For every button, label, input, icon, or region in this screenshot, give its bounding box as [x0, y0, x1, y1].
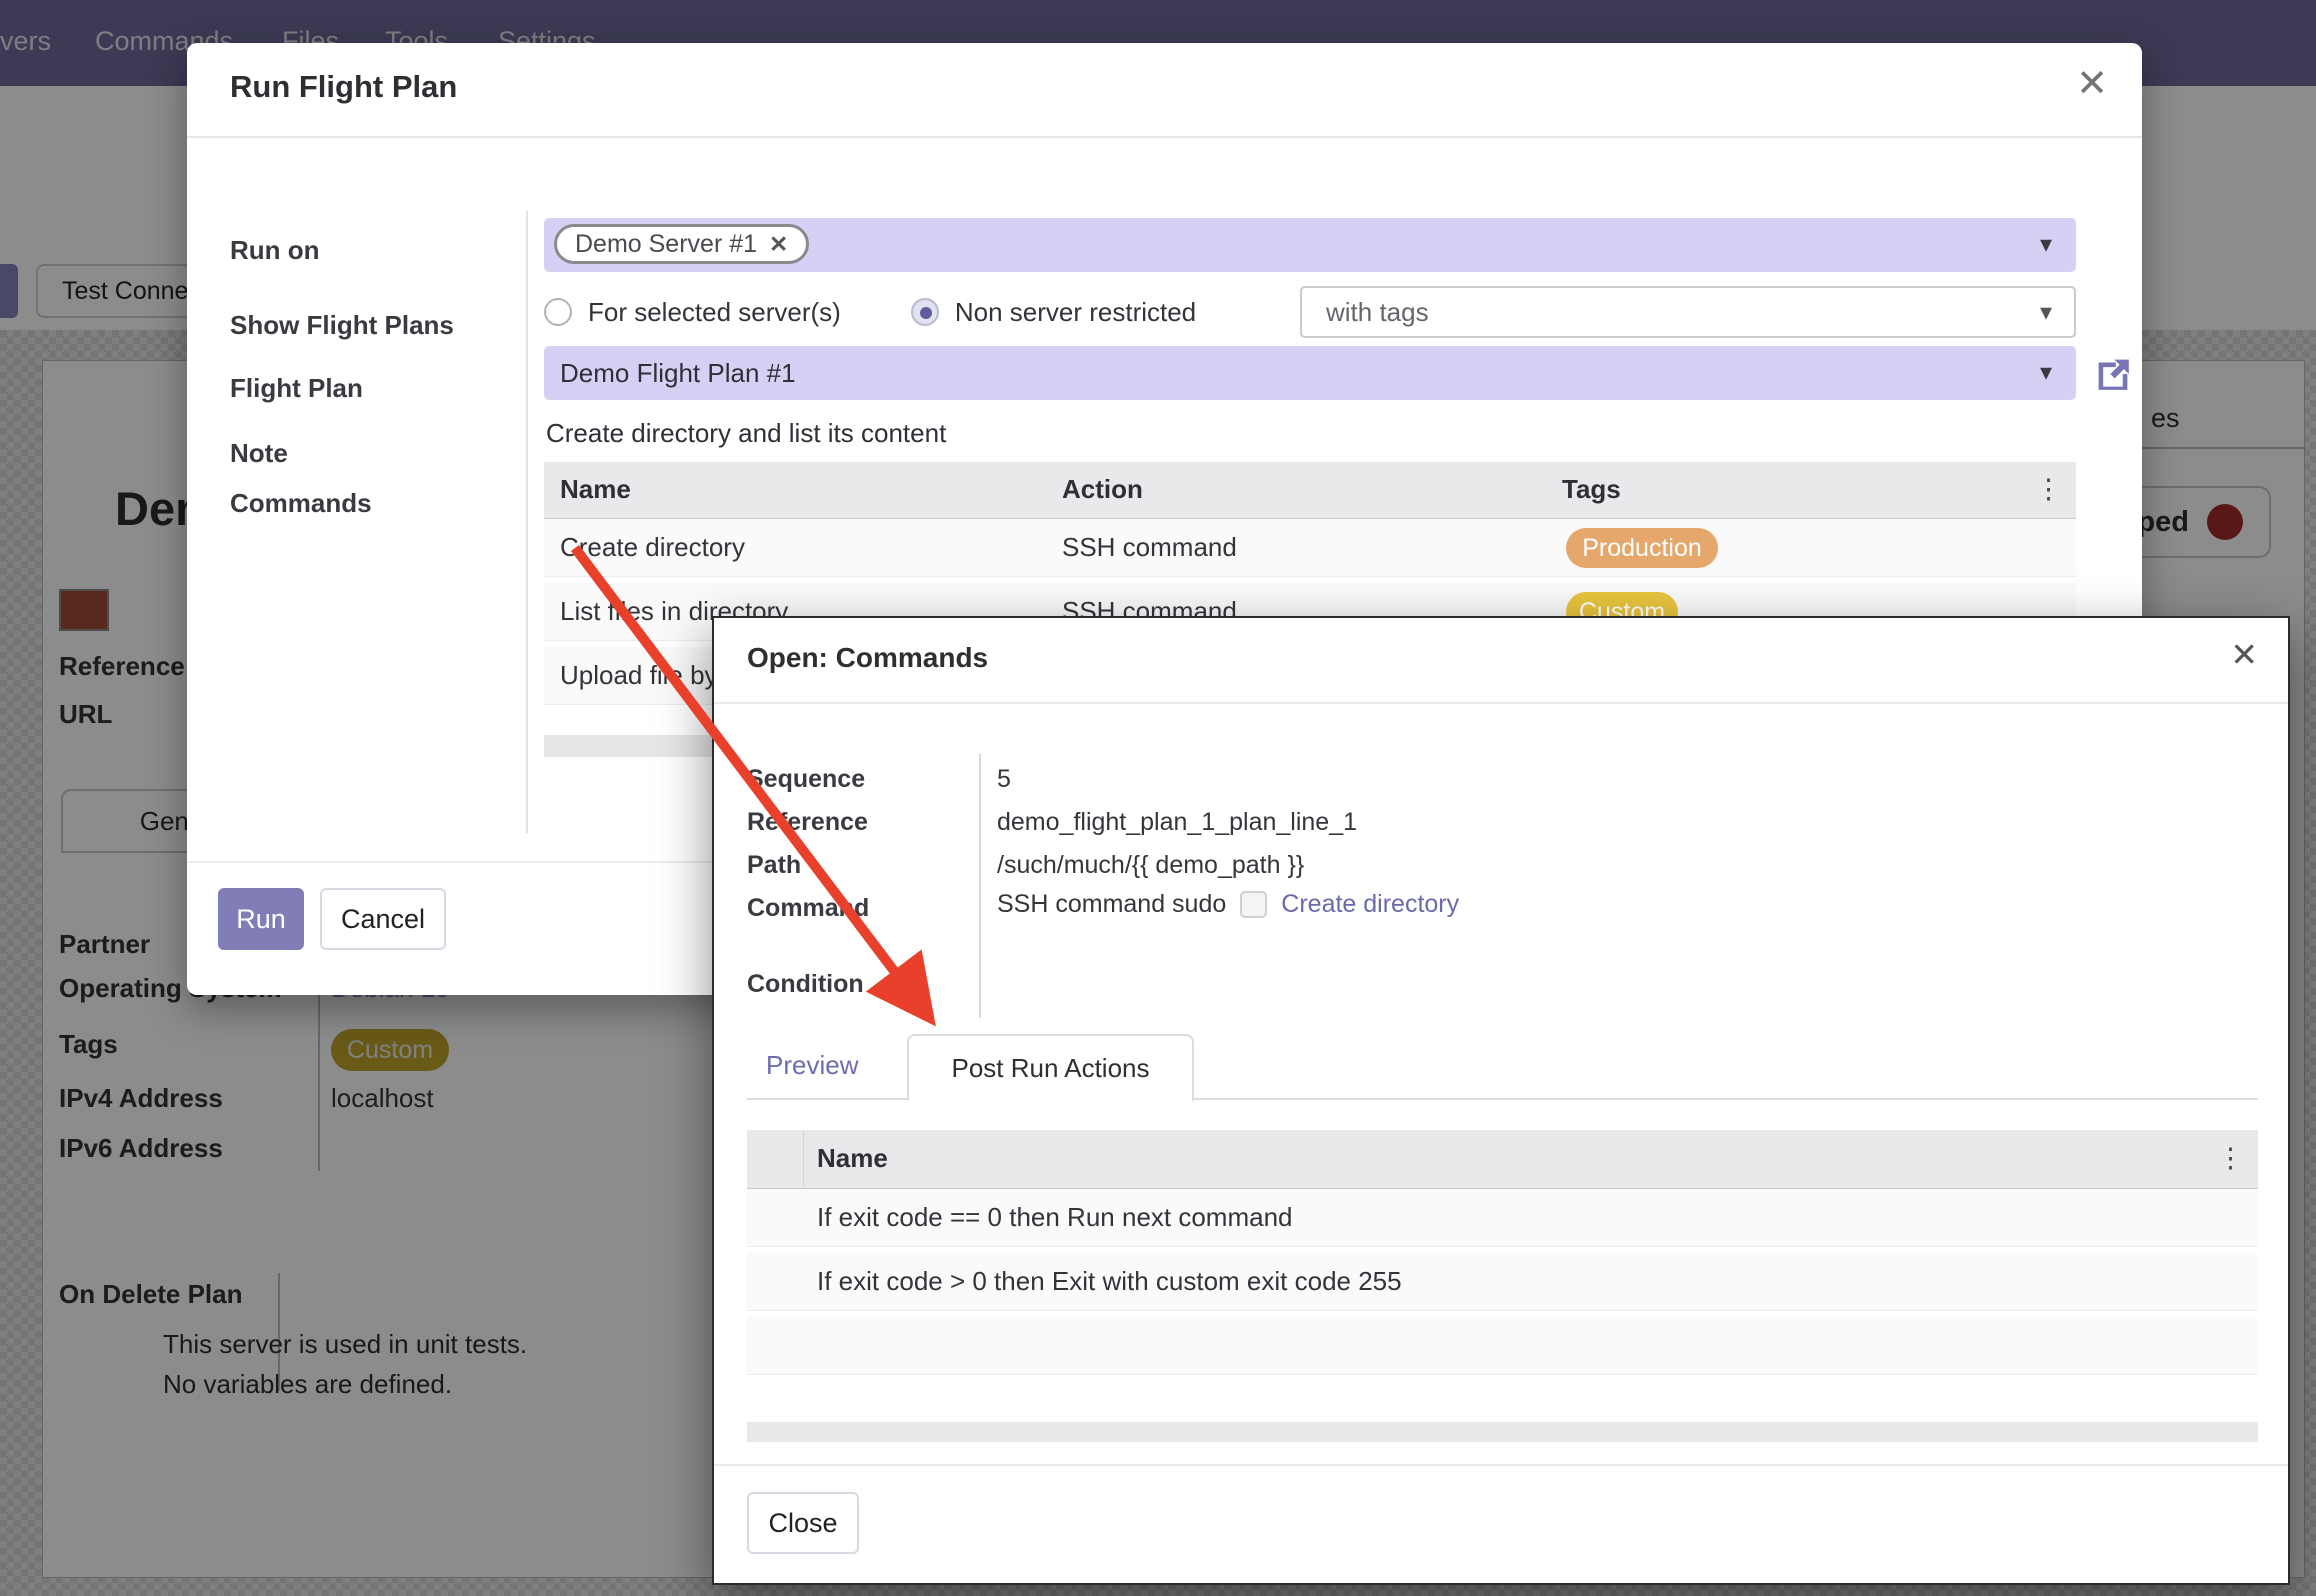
server-chip[interactable]: Demo Server #1 ✕	[554, 224, 809, 264]
flight-plan-label: Flight Plan	[230, 373, 363, 404]
table-row[interactable]: Create directory SSH command Production	[544, 519, 2076, 583]
chevron-down-icon: ▾	[2040, 358, 2052, 387]
radio-selected-servers[interactable]	[544, 298, 572, 326]
with-tags-value: with tags	[1326, 297, 1429, 328]
chip-remove-icon[interactable]: ✕	[769, 231, 788, 258]
radio-selected-servers-label[interactable]: For selected server(s)	[588, 297, 841, 328]
table-row[interactable]: If exit code > 0 then Exit with custom e…	[747, 1253, 2258, 1317]
close-icon[interactable]: ✕	[2076, 65, 2108, 103]
row-action: SSH command	[1062, 532, 1237, 563]
table-options-icon[interactable]: ⋮	[2217, 1143, 2244, 1174]
command-value-row: SSH command sudo Create directory	[997, 890, 1459, 919]
run-dialog-title: Run Flight Plan	[230, 69, 457, 105]
label-column-separator	[979, 754, 981, 1018]
commands-dialog-header: Open: Commands ✕	[714, 618, 2288, 704]
table-row[interactable]: If exit code == 0 then Run next command	[747, 1189, 2258, 1253]
sequence-label: Sequence	[747, 765, 865, 794]
cancel-button[interactable]: Cancel	[320, 888, 446, 950]
tag-production-badge: Production	[1566, 528, 1718, 568]
col-name[interactable]: Name	[560, 474, 631, 505]
post-run-table-header: Name ⋮	[747, 1130, 2258, 1189]
reference-label: Reference	[747, 808, 868, 837]
open-commands-dialog: Open: Commands ✕ Sequence Reference Path…	[712, 616, 2290, 1585]
col-name[interactable]: Name	[817, 1143, 888, 1174]
post-run-actions-table: Name ⋮ If exit code == 0 then Run next c…	[747, 1130, 2258, 1381]
run-dialog-header: Run Flight Plan ✕	[187, 43, 2142, 138]
row-name: If exit code > 0 then Exit with custom e…	[817, 1266, 1402, 1297]
chevron-down-icon: ▾	[2040, 230, 2052, 259]
row-name: If exit code == 0 then Run next command	[817, 1202, 1293, 1233]
table-scrollbar[interactable]	[544, 735, 716, 757]
path-value: /such/much/{{ demo_path }}	[997, 851, 1304, 880]
server-chip-label: Demo Server #1	[575, 230, 757, 259]
radio-non-restricted-label[interactable]: Non server restricted	[955, 297, 1196, 328]
sequence-value: 5	[997, 765, 1011, 794]
commands-dialog-title: Open: Commands	[747, 642, 988, 674]
close-icon[interactable]: ✕	[2230, 638, 2258, 671]
commands-table-header: Name Action Tags ⋮	[544, 462, 2076, 519]
note-value-text: Create directory and list its content	[546, 418, 946, 449]
row-name: Create directory	[560, 532, 745, 563]
table-footer-strip	[747, 1422, 2258, 1442]
external-link-icon[interactable]	[2090, 351, 2136, 397]
screen: vers Commands Files Tools Settings Test …	[0, 0, 2316, 1596]
table-row[interactable]	[747, 1317, 2258, 1381]
path-label: Path	[747, 851, 801, 880]
commands-label: Commands	[230, 488, 372, 519]
footer-divider	[714, 1464, 2288, 1466]
close-button[interactable]: Close	[747, 1492, 859, 1554]
handle-column	[747, 1130, 804, 1188]
command-label: Command	[747, 894, 869, 923]
condition-label: Condition	[747, 970, 864, 999]
flight-plan-select[interactable]: Demo Flight Plan #1 ▾	[544, 346, 2076, 400]
command-link[interactable]: Create directory	[1281, 890, 1459, 919]
run-on-select[interactable]: Demo Server #1 ✕ ▾	[544, 218, 2076, 272]
radio-non-restricted[interactable]	[911, 298, 939, 326]
reference-value: demo_flight_plan_1_plan_line_1	[997, 808, 1357, 837]
table-options-icon[interactable]: ⋮	[2035, 474, 2062, 505]
flight-plan-filter-radios: For selected server(s) Non server restri…	[544, 285, 1196, 339]
with-tags-select[interactable]: with tags ▾	[1300, 286, 2076, 338]
run-button[interactable]: Run	[218, 888, 304, 950]
row-name: Upload file by	[560, 660, 718, 691]
run-on-label: Run on	[230, 235, 320, 266]
chevron-down-icon: ▾	[2040, 298, 2052, 327]
label-column-separator	[526, 211, 528, 833]
tab-post-run-actions[interactable]: Post Run Actions	[907, 1034, 1194, 1102]
sudo-checkbox[interactable]	[1240, 891, 1267, 918]
flight-plan-value: Demo Flight Plan #1	[560, 358, 796, 389]
show-flight-plans-label: Show Flight Plans	[230, 310, 454, 341]
tab-preview[interactable]: Preview	[766, 1050, 858, 1081]
command-value: SSH command sudo	[997, 890, 1226, 919]
col-tags[interactable]: Tags	[1562, 474, 1621, 505]
col-action[interactable]: Action	[1062, 474, 1143, 505]
note-label: Note	[230, 438, 288, 469]
